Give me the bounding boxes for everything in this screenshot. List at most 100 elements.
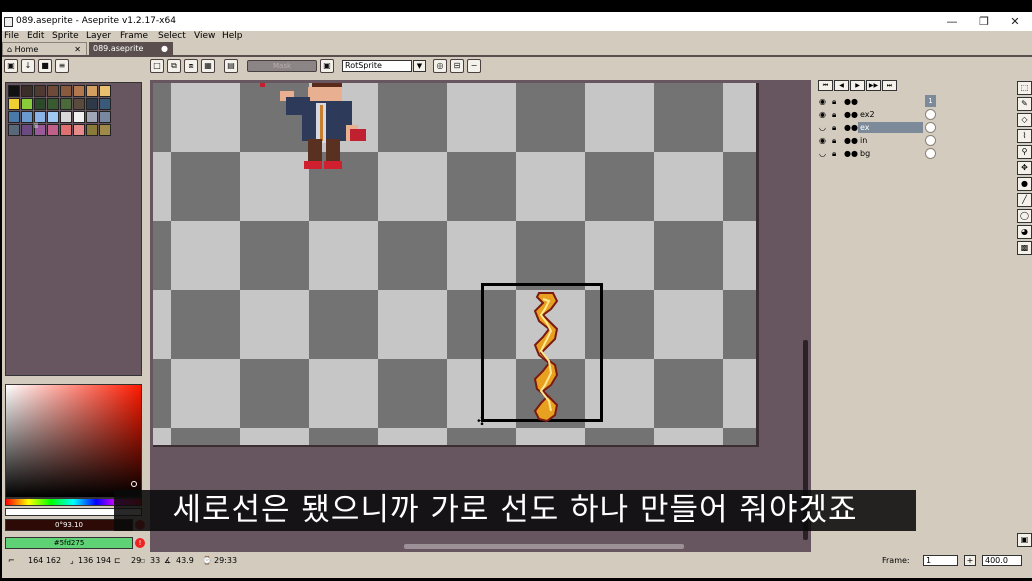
minus-icon[interactable]: − bbox=[467, 59, 481, 73]
palette-swatch[interactable] bbox=[34, 98, 46, 110]
slice-tool-icon[interactable]: ▩ bbox=[1017, 241, 1032, 255]
cel-icon[interactable] bbox=[925, 122, 936, 133]
menu-edit[interactable]: Edit bbox=[27, 31, 44, 42]
zoom-plus-button[interactable]: + bbox=[964, 555, 976, 566]
last-frame-button[interactable]: ⏭ bbox=[882, 80, 897, 91]
palette-swatch[interactable] bbox=[99, 98, 111, 110]
palette-swatch[interactable] bbox=[73, 111, 85, 123]
play-button[interactable]: ▶ bbox=[850, 80, 865, 91]
palette-swatch[interactable] bbox=[73, 124, 85, 136]
palette-swatch[interactable] bbox=[47, 111, 59, 123]
mask-color-button[interactable]: Mask bbox=[247, 60, 317, 72]
tab-home[interactable]: ⌂ Home ✕ bbox=[2, 42, 87, 55]
palette-swatch[interactable] bbox=[99, 124, 111, 136]
selection-add-icon[interactable]: ⧉ bbox=[167, 59, 181, 73]
horizontal-scrollbar[interactable] bbox=[404, 544, 684, 549]
pivot-icon[interactable]: ▣ bbox=[320, 59, 334, 73]
layer-row[interactable]: ◉ 🔒︎ ●● in bbox=[817, 134, 936, 147]
palette-swatch[interactable] bbox=[86, 124, 98, 136]
continuous-icon[interactable]: ●● bbox=[844, 147, 858, 160]
menu-layer[interactable]: Layer bbox=[86, 31, 111, 42]
selection-intersect-icon[interactable]: ▦ bbox=[201, 59, 215, 73]
fill-tool-icon[interactable]: ● bbox=[1017, 177, 1032, 191]
menu-file[interactable]: File bbox=[4, 31, 19, 42]
canvas-workspace[interactable]: ✣ bbox=[150, 80, 811, 558]
palette-swatch[interactable] bbox=[8, 124, 20, 136]
eyedropper-tool-icon[interactable]: ⌇ bbox=[1017, 129, 1032, 143]
eye-closed-icon[interactable]: ◡ bbox=[819, 121, 829, 134]
layer-row[interactable]: ◡ 🔒︎ ●● bg bbox=[817, 147, 936, 160]
palette-swatch[interactable] bbox=[60, 124, 72, 136]
marquee-tool-icon[interactable]: ⬚ bbox=[1017, 81, 1032, 95]
next-frame-button[interactable]: ▶▶ bbox=[866, 80, 881, 91]
color-spectrum[interactable] bbox=[5, 384, 142, 498]
maximize-button[interactable]: ❐ bbox=[969, 14, 999, 29]
warning-icon[interactable]: ! bbox=[135, 538, 145, 548]
layer-row[interactable]: ◉ 🔒︎ ●● 1 bbox=[817, 95, 936, 108]
prev-frame-button[interactable]: ◀ bbox=[834, 80, 849, 91]
cel-icon[interactable] bbox=[925, 109, 936, 120]
tab-file[interactable]: 089.aseprite ● bbox=[89, 42, 173, 55]
palette-swatch[interactable] bbox=[8, 98, 20, 110]
lock-icon[interactable]: ▣ bbox=[4, 59, 18, 73]
continuous-icon[interactable]: ●● bbox=[844, 121, 858, 134]
chevron-down-icon[interactable]: ▼ bbox=[413, 60, 426, 72]
first-frame-button[interactable]: ⏮ bbox=[818, 80, 833, 91]
palette-swatch[interactable] bbox=[86, 98, 98, 110]
minimize-button[interactable]: — bbox=[937, 14, 967, 29]
lock-icon[interactable]: 🔒︎ bbox=[832, 147, 842, 160]
pencil-tool-icon[interactable]: ✎ bbox=[1017, 97, 1032, 111]
palette-swatch[interactable] bbox=[34, 85, 46, 97]
down-arrow-icon[interactable]: ↓ bbox=[21, 59, 35, 73]
palette-swatch[interactable] bbox=[21, 85, 33, 97]
lock-icon[interactable]: 🔒︎ bbox=[832, 108, 842, 121]
line-tool-icon[interactable]: ╱ bbox=[1017, 193, 1032, 207]
palette-swatch[interactable] bbox=[99, 111, 111, 123]
selection-subtract-icon[interactable]: ⧈ bbox=[184, 59, 198, 73]
continuous-icon[interactable]: ●● bbox=[844, 108, 858, 121]
eye-icon[interactable]: ◉ bbox=[819, 95, 829, 108]
frame-input[interactable]: 1 bbox=[923, 555, 958, 566]
spectrum-cursor[interactable] bbox=[131, 481, 137, 487]
layer-row[interactable]: ◡ 🔒︎ ●● ex bbox=[817, 121, 936, 134]
preview-tool-icon[interactable]: ▣ bbox=[1017, 533, 1032, 547]
menu-select[interactable]: Select bbox=[158, 31, 186, 42]
rotation-algorithm-select[interactable]: RotSprite bbox=[342, 60, 412, 72]
lock-icon[interactable]: 🔒︎ bbox=[832, 134, 842, 147]
selection-replace-icon[interactable]: □ bbox=[150, 59, 164, 73]
palette-swatch[interactable] bbox=[21, 124, 33, 136]
frame-number[interactable]: 1 bbox=[925, 95, 936, 107]
palette-swatch[interactable] bbox=[47, 98, 59, 110]
cel-icon[interactable] bbox=[925, 148, 936, 159]
continuous-icon[interactable]: ●● bbox=[844, 134, 858, 147]
palette-swatch[interactable] bbox=[86, 85, 98, 97]
layer-row[interactable]: ◉ 🔒︎ ●● ex2 bbox=[817, 108, 936, 121]
blur-tool-icon[interactable]: ◕ bbox=[1017, 225, 1032, 239]
sprite-canvas[interactable] bbox=[153, 83, 758, 446]
grid-icon[interactable]: ⊟ bbox=[450, 59, 464, 73]
palette-swatch[interactable] bbox=[8, 85, 20, 97]
palette-swatch[interactable] bbox=[73, 98, 85, 110]
square-icon[interactable]: ■ bbox=[38, 59, 52, 73]
zoom-tool-icon[interactable]: ⚲ bbox=[1017, 145, 1032, 159]
menu-sprite[interactable]: Sprite bbox=[52, 31, 79, 42]
background-color[interactable]: #5fd275 bbox=[5, 537, 133, 549]
eye-closed-icon[interactable]: ◡ bbox=[819, 147, 829, 160]
menu-icon[interactable]: ≡ bbox=[55, 59, 69, 73]
palette-swatch[interactable] bbox=[60, 85, 72, 97]
palette-swatch[interactable] bbox=[73, 85, 85, 97]
eraser-tool-icon[interactable]: ◇ bbox=[1017, 113, 1032, 127]
palette-swatch[interactable] bbox=[86, 111, 98, 123]
menu-frame[interactable]: Frame bbox=[120, 31, 148, 42]
transparent-color-icon[interactable]: ▤ bbox=[224, 59, 238, 73]
move-tool-icon[interactable]: ✥ bbox=[1017, 161, 1032, 175]
lock-icon[interactable]: 🔒︎ bbox=[832, 95, 842, 108]
snap-icon[interactable]: ◎ bbox=[433, 59, 447, 73]
eye-icon[interactable]: ◉ bbox=[819, 108, 829, 121]
continuous-icon[interactable]: ●● bbox=[844, 95, 858, 108]
palette-swatch[interactable] bbox=[21, 111, 33, 123]
ellipse-tool-icon[interactable]: ◯ bbox=[1017, 209, 1032, 223]
eye-icon[interactable]: ◉ bbox=[819, 134, 829, 147]
zoom-input[interactable]: 400.0 bbox=[982, 555, 1022, 566]
palette-swatch[interactable] bbox=[21, 98, 33, 110]
